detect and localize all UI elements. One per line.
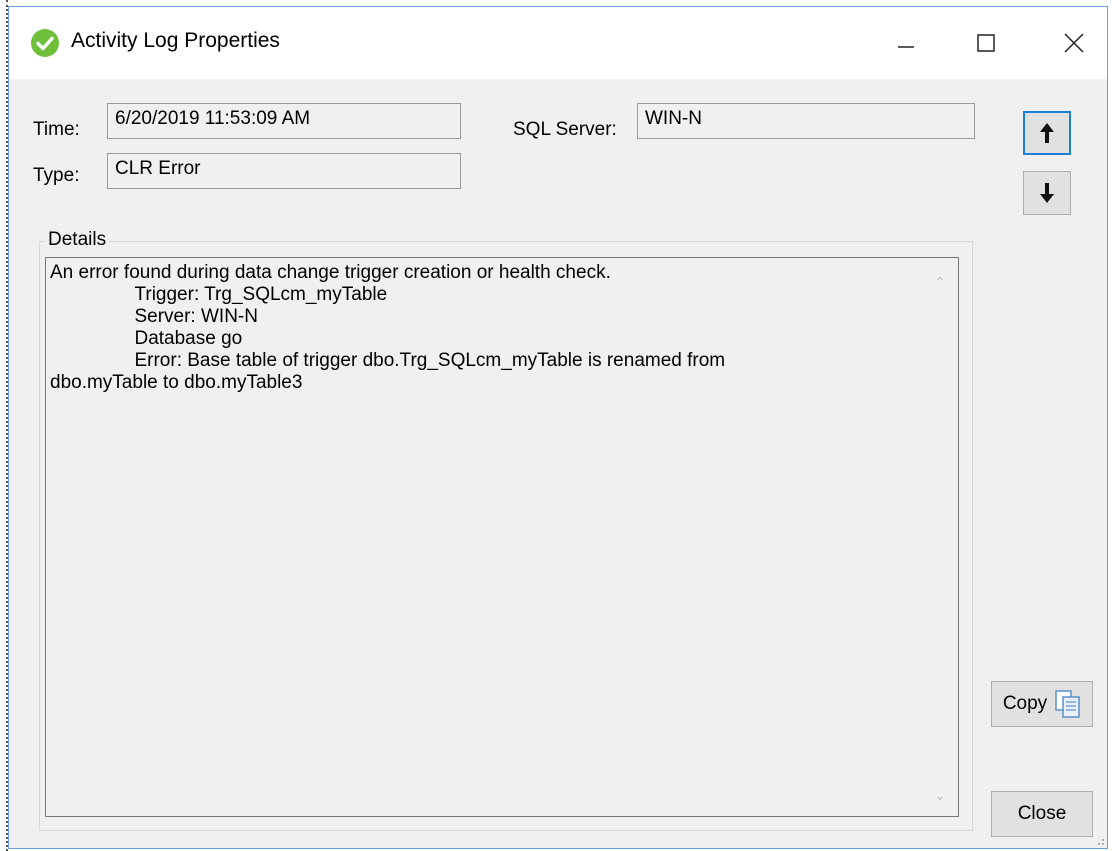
arrow-up-icon [1040,123,1054,143]
scroll-down-icon[interactable]: ⌄ [934,787,946,804]
type-label: Type: [33,165,80,186]
window-title: Activity Log Properties [71,29,280,52]
arrow-down-icon [1040,183,1054,203]
close-window-button[interactable] [1039,7,1109,79]
resize-grip-icon[interactable] [1093,834,1105,846]
type-field[interactable]: CLR Error [107,153,461,189]
title-bar: Activity Log Properties [9,7,1107,79]
copy-icon [1055,690,1080,718]
previous-entry-button[interactable] [1023,111,1071,155]
minimize-button[interactable] [871,7,941,79]
time-label: Time: [33,119,80,140]
close-button[interactable]: Close [991,791,1093,837]
sql-server-label: SQL Server: [513,119,617,140]
details-text: An error found during data change trigge… [50,262,726,393]
maximize-button[interactable] [951,7,1021,79]
copy-button[interactable]: Copy [991,681,1093,727]
close-icon [1064,33,1084,53]
scroll-up-icon[interactable]: ⌃ [934,274,946,291]
minimize-icon [898,46,914,48]
green-check-icon [31,29,59,57]
maximize-icon [977,34,995,52]
dialog-window: Activity Log Properties Time: 6/20/2019 … [8,6,1108,849]
details-textbox[interactable]: An error found during data change trigge… [45,257,959,817]
background-edge [0,0,8,851]
copy-button-label: Copy [1002,693,1048,714]
time-field[interactable]: 6/20/2019 11:53:09 AM [107,103,461,139]
next-entry-button[interactable] [1023,171,1071,215]
details-group-label: Details [45,229,110,251]
sql-server-field[interactable]: WIN-N [637,103,975,139]
